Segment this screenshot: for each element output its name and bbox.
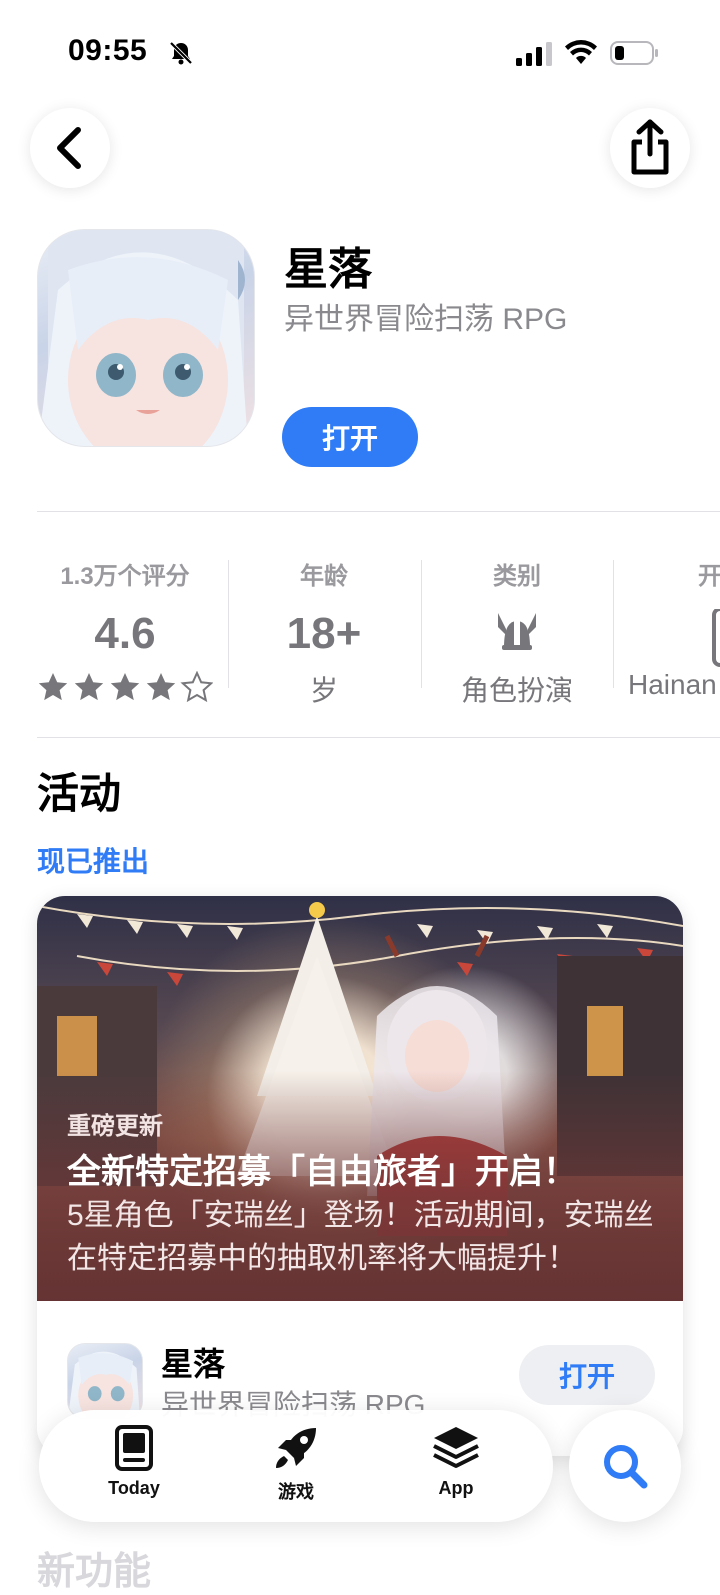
event-description: 5星角色「安瑞丝」登场！活动期间，安瑞丝在特定招募中的抽取机率将大幅提升！ — [67, 1199, 654, 1275]
tab-apps[interactable]: App — [401, 1424, 511, 1499]
star-rating — [37, 671, 213, 708]
share-icon — [631, 119, 669, 175]
star-icon — [181, 672, 213, 702]
tab-games-label: 游戏 — [278, 1482, 314, 1502]
tab-today[interactable]: Today — [79, 1424, 189, 1499]
event-kicker: 重磅更新 — [67, 1113, 163, 1140]
tab-apps-label: App — [438, 1478, 474, 1498]
search-button[interactable] — [569, 1410, 681, 1522]
star-icon — [38, 673, 68, 701]
app-subtitle: 异世界冒险扫荡 RPG — [284, 303, 568, 336]
tab-games[interactable]: 游戏 — [241, 1424, 351, 1504]
ratings-info[interactable]: 1.3万个评分 4.6 — [37, 556, 213, 708]
star-icon — [146, 673, 176, 701]
viking-helmet-icon — [498, 613, 536, 650]
status-time: 09:55 — [68, 34, 148, 67]
share-button[interactable] — [610, 108, 690, 188]
category-info[interactable]: 类别 角色扮演 — [432, 556, 602, 709]
age-value: 18+ — [286, 609, 362, 658]
event-card[interactable]: 重磅更新 全新特定招募「自由旅者」开启！ 5星角色「安瑞丝」登场！活动期间，安瑞… — [37, 896, 683, 1456]
whats-new-title: 新功能 — [37, 1551, 152, 1593]
wifi-icon — [565, 40, 597, 64]
app-icon-small — [67, 1343, 143, 1419]
age-info[interactable]: 年龄 18+ 岁 — [240, 556, 408, 709]
anime-girl-icon — [38, 230, 248, 446]
app-icon — [37, 229, 255, 447]
category-label: 类别 — [493, 563, 541, 590]
info-separator — [421, 560, 422, 688]
bell-muted-icon — [169, 41, 193, 65]
divider — [37, 511, 720, 512]
events-title: 活动 — [37, 770, 122, 817]
cellular-signal-icon — [516, 42, 552, 66]
info-separator — [613, 560, 614, 688]
developer-label: 开 — [698, 563, 720, 590]
chevron-left-icon — [57, 127, 81, 169]
today-icon — [115, 1425, 153, 1471]
app-title: 星落 — [284, 245, 372, 294]
star-icon — [74, 673, 104, 701]
info-separator — [228, 560, 229, 688]
event-artwork: 重磅更新 全新特定招募「自由旅者」开启！ 5星角色「安瑞丝」登场！活动期间，安瑞… — [37, 896, 683, 1301]
category-value: 角色扮演 — [460, 675, 573, 706]
divider — [37, 737, 720, 738]
back-button[interactable] — [30, 108, 110, 188]
rocket-icon — [276, 1428, 316, 1468]
developer-value: Hainan — [628, 669, 717, 700]
rating-value: 4.6 — [94, 609, 156, 658]
event-app-title: 星落 — [161, 1346, 226, 1382]
events-available-now: 现已推出 — [37, 846, 150, 877]
age-unit: 岁 — [309, 675, 338, 706]
event-open-button[interactable]: 打开 — [519, 1345, 655, 1405]
ratings-count-label: 1.3万个评分 — [60, 563, 190, 590]
search-icon — [604, 1445, 648, 1489]
event-headline: 全新特定招募「自由旅者」开启！ — [67, 1153, 577, 1191]
tab-bar: Today 游戏 App — [39, 1410, 553, 1522]
battery-icon — [610, 41, 658, 65]
tab-today-label: Today — [108, 1478, 160, 1498]
developer-icon — [712, 607, 720, 667]
star-icon — [110, 673, 140, 701]
layers-icon — [433, 1427, 479, 1468]
developer-info[interactable]: 开 Hainan — [628, 556, 720, 701]
open-button[interactable]: 打开 — [282, 407, 418, 467]
age-label: 年龄 — [300, 563, 348, 590]
